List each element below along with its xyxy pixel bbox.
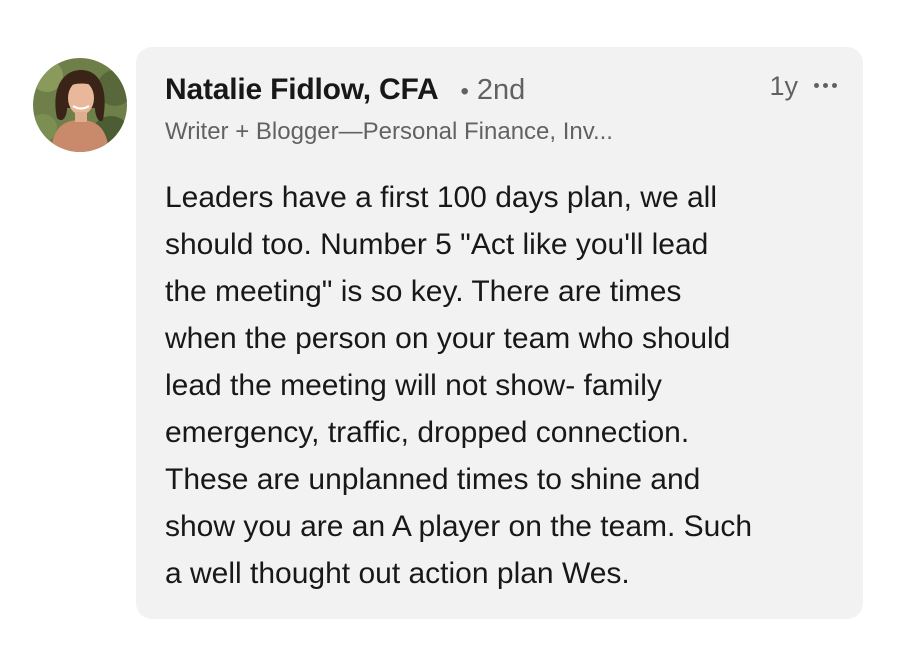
comment-line: lead the meeting will not show- family [165,369,662,402]
comment-line: a well thought out action plan Wes. [165,557,630,590]
author-name[interactable]: Natalie Fidlow, CFA [165,73,439,107]
comment-bubble: Natalie Fidlow, CFA • 2nd Writer + Blogg… [136,47,863,619]
author-headline: Writer + Blogger—Personal Finance, Inv..… [165,118,613,145]
comment-line: emergency, traffic, dropped connection. [165,416,690,449]
avatar-photo [33,58,127,152]
comment-line: when the person on your team who should [165,322,731,355]
author-avatar[interactable] [33,58,127,152]
comment-timestamp: 1y [769,71,798,101]
comment-line: should too. Number 5 "Act like you'll le… [165,228,709,261]
more-options-button[interactable] [805,69,845,101]
comment-line: show you are an A player on the team. Su… [165,510,753,543]
ellipsis-icon [813,82,837,88]
comment-line: the meeting" is so key. There are times [165,275,682,308]
connection-degree: 2nd [476,74,526,106]
comment-header: Natalie Fidlow, CFA • 2nd [165,73,525,107]
comment-text: Leaders have a first 100 days plan, we a… [165,174,835,597]
comment-line: Leaders have a first 100 days plan, we a… [165,181,717,214]
comment-line: These are unplanned times to shine and [165,463,701,496]
degree-separator: • [460,78,469,105]
